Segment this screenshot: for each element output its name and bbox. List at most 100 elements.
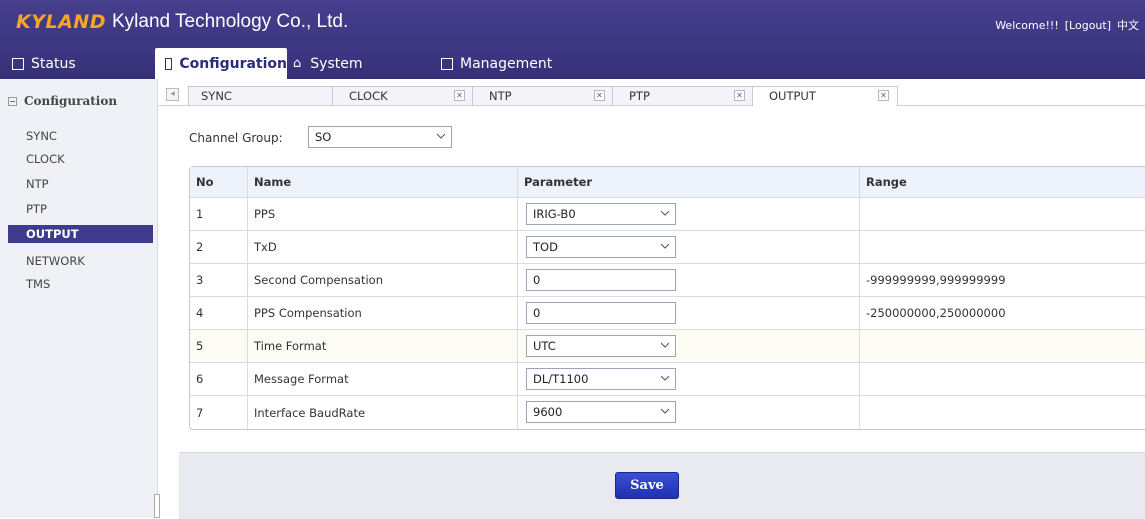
subtab-output-label: OUTPUT xyxy=(769,89,816,103)
row-name: Time Format xyxy=(248,330,518,362)
pps-select[interactable]: IRIG-B0 xyxy=(526,203,676,225)
txd-select[interactable]: TOD xyxy=(526,236,676,258)
sidebar-item-output[interactable]: OUTPUT xyxy=(8,225,153,243)
sidebar-item-tms[interactable]: TMS xyxy=(8,275,153,293)
row-range: -250000000,250000000 xyxy=(866,306,1006,320)
row-range xyxy=(860,363,1145,395)
row-range xyxy=(860,198,1145,230)
row-no: 6 xyxy=(190,363,248,395)
tab-status[interactable]: Status xyxy=(12,48,152,79)
subtab-ptp[interactable]: PTP ✕ xyxy=(612,86,754,105)
row-name: PPS Compensation xyxy=(248,297,518,329)
table-row: 4 PPS Compensation 0 -250000000,25000000… xyxy=(190,297,1145,330)
company-name: Kyland Technology Co., Ltd. xyxy=(112,11,349,32)
table-header: No Name Parameter Range xyxy=(190,167,1145,198)
message-format-value: DL/T1100 xyxy=(533,372,589,386)
row-name: Message Format xyxy=(248,363,518,395)
tab-management-label: Management xyxy=(460,55,553,72)
chevron-down-icon xyxy=(661,243,669,249)
table-row: 6 Message Format DL/T1100 xyxy=(190,363,1145,396)
pps-compensation-input[interactable]: 0 xyxy=(526,302,676,324)
scroll-left-icon[interactable]: ◂ xyxy=(166,88,179,101)
row-no: 1 xyxy=(190,198,248,230)
interface-baudrate-select[interactable]: 9600 xyxy=(526,401,676,423)
table-row: 2 TxD TOD xyxy=(190,231,1145,264)
subtab-ntp-label: NTP xyxy=(489,89,512,103)
row-no: 2 xyxy=(190,231,248,263)
channel-group-select[interactable]: SO xyxy=(308,126,452,148)
row-no: 3 xyxy=(190,264,248,296)
close-icon[interactable]: ✕ xyxy=(594,90,605,101)
tab-system[interactable]: ⌂ System xyxy=(293,48,423,79)
subtab-bar: ◂ SYNC CLOCK ✕ NTP ✕ PTP ✕ OUTPUT ✕ xyxy=(158,85,1145,106)
logout-link[interactable]: [Logout] xyxy=(1065,19,1111,32)
subtab-output[interactable]: OUTPUT ✕ xyxy=(752,86,898,106)
sidebar-resize-handle[interactable] xyxy=(154,494,160,518)
row-range xyxy=(860,396,1145,429)
sidebar: Configuration SYNC CLOCK NTP PTP OUTPUT … xyxy=(0,79,158,518)
home-icon: ⌂ xyxy=(293,56,302,71)
welcome-text: Welcome!!! xyxy=(995,19,1059,32)
time-format-value: UTC xyxy=(533,339,556,353)
row-parameter: UTC xyxy=(518,330,860,362)
chevron-down-icon xyxy=(661,210,669,216)
chevron-down-icon xyxy=(437,133,445,139)
table-row: 3 Second Compensation 0 -999999999,99999… xyxy=(190,264,1145,297)
row-name: Second Compensation xyxy=(248,264,518,296)
channel-group-value: SO xyxy=(315,130,332,144)
collapse-icon xyxy=(8,96,17,106)
tab-configuration-label: Configuration xyxy=(179,55,287,72)
chevron-down-icon xyxy=(661,342,669,348)
interface-baudrate-value: 9600 xyxy=(533,405,563,419)
management-icon xyxy=(441,57,453,70)
row-name: PPS xyxy=(248,198,518,230)
sidebar-item-ptp[interactable]: PTP xyxy=(8,200,153,218)
tab-status-label: Status xyxy=(31,55,76,72)
status-icon xyxy=(12,57,24,70)
header-name: Name xyxy=(248,167,518,197)
channel-group-label: Channel Group: xyxy=(189,131,283,145)
close-icon[interactable]: ✕ xyxy=(878,90,889,101)
language-link[interactable]: 中文 xyxy=(1117,19,1139,32)
chevron-down-icon xyxy=(661,408,669,414)
subtab-sync-label: SYNC xyxy=(201,89,232,103)
output-table: No Name Parameter Range 1 PPS IRIG-B0 2 … xyxy=(189,166,1145,430)
header-parameter: Parameter xyxy=(518,167,860,197)
pps-value: IRIG-B0 xyxy=(533,207,576,221)
sidebar-item-network[interactable]: NETWORK xyxy=(8,252,153,270)
row-no: 5 xyxy=(190,330,248,362)
table-row: 7 Interface BaudRate 9600 xyxy=(190,396,1145,429)
tab-system-label: System xyxy=(310,55,363,72)
time-format-select[interactable]: UTC xyxy=(526,335,676,357)
close-icon[interactable]: ✕ xyxy=(454,90,465,101)
sidebar-item-sync[interactable]: SYNC xyxy=(8,127,153,145)
app-header: KYLAND Kyland Technology Co., Ltd. Welco… xyxy=(0,0,1145,45)
configuration-icon xyxy=(165,57,173,70)
row-parameter: 0 xyxy=(518,264,860,296)
subtab-ntp[interactable]: NTP ✕ xyxy=(472,86,614,105)
user-area: Welcome!!! [Logout] 中文 xyxy=(995,17,1145,33)
second-compensation-input[interactable]: 0 xyxy=(526,269,676,291)
tab-management[interactable]: Management xyxy=(441,48,591,79)
sidebar-item-ntp[interactable]: NTP xyxy=(8,175,153,193)
row-name: TxD xyxy=(248,231,518,263)
header-range: Range xyxy=(866,175,907,189)
sidebar-item-clock[interactable]: CLOCK xyxy=(8,150,153,168)
subtab-ptp-label: PTP xyxy=(629,89,650,103)
row-parameter: 0 xyxy=(518,297,860,329)
row-name: Interface BaudRate xyxy=(248,396,518,429)
subtab-clock[interactable]: CLOCK ✕ xyxy=(332,86,474,105)
row-range xyxy=(860,231,1145,263)
main-nav: Status Configuration ⌂ System Management xyxy=(0,45,1145,79)
txd-value: TOD xyxy=(533,240,558,254)
subtab-sync[interactable]: SYNC xyxy=(188,86,334,105)
tab-configuration[interactable]: Configuration xyxy=(155,48,287,79)
message-format-select[interactable]: DL/T1100 xyxy=(526,368,676,390)
chevron-down-icon xyxy=(661,375,669,381)
table-row: 1 PPS IRIG-B0 xyxy=(190,198,1145,231)
subtab-clock-label: CLOCK xyxy=(349,89,388,103)
sidebar-title[interactable]: Configuration xyxy=(8,94,117,108)
close-icon[interactable]: ✕ xyxy=(734,90,745,101)
save-button[interactable]: Save xyxy=(615,472,679,499)
row-range: -999999999,999999999 xyxy=(866,273,1006,287)
